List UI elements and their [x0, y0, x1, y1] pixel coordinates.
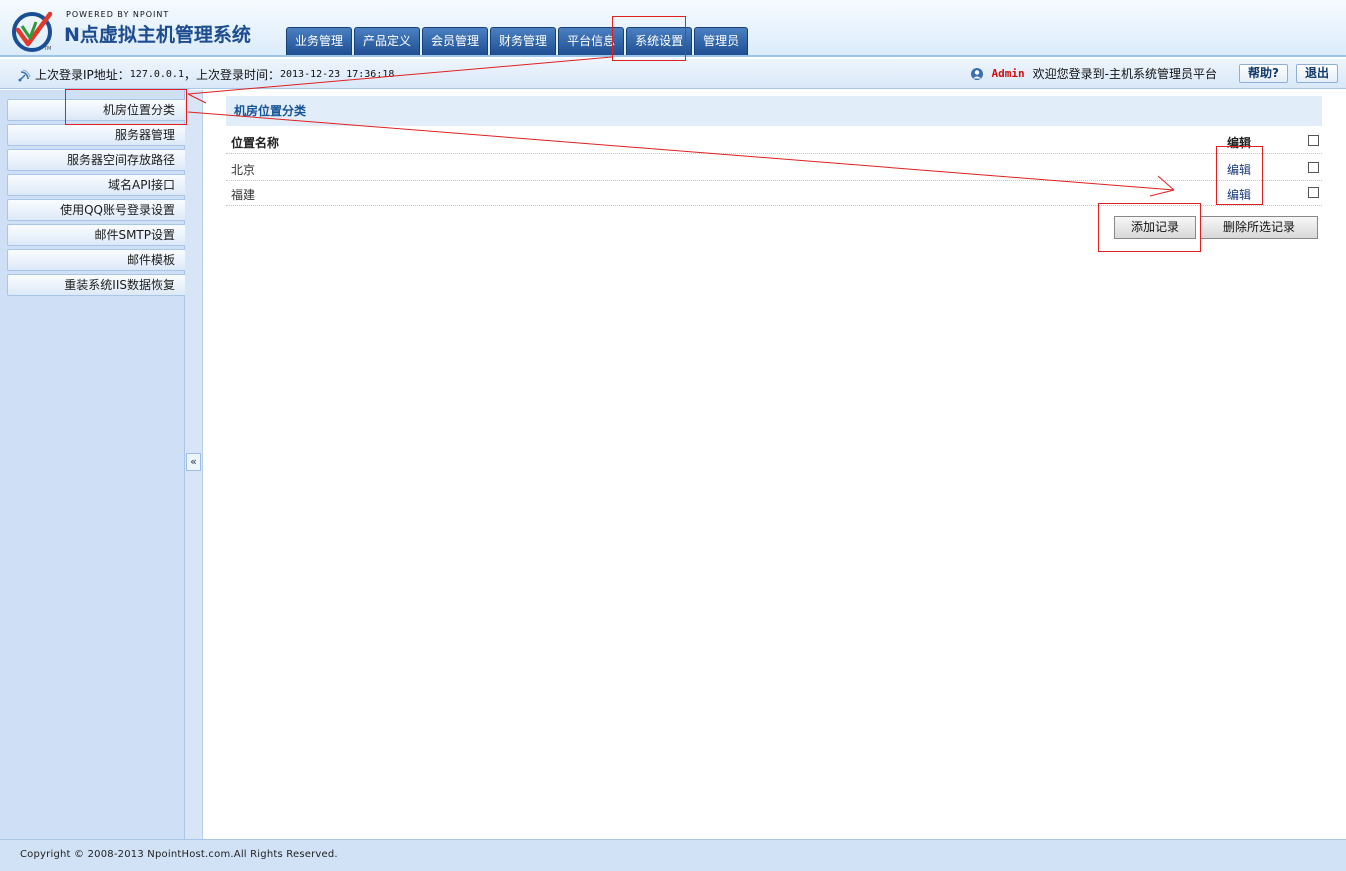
nav-tab-admin[interactable]: 管理员 — [694, 27, 749, 55]
ip-label: 上次登录IP地址： — [35, 68, 130, 82]
column-header-edit: 编辑 — [1227, 136, 1252, 150]
delete-selected-button[interactable]: 删除所选记录 — [1200, 216, 1318, 239]
logo-powered-by: POWERED BY NPOINT — [66, 10, 170, 19]
table-header-row: 位置名称 编辑 — [226, 128, 1322, 154]
section-title: 机房位置分类 — [226, 96, 1322, 126]
nav-tab-finance[interactable]: 财务管理 — [490, 27, 557, 55]
nav-tab-platform[interactable]: 平台信息 — [558, 27, 625, 55]
logo: POWERED BY NPOINT N点虚拟主机管理系统 N点虚拟主机管理系统 … — [10, 6, 260, 54]
row-checkbox[interactable] — [1308, 162, 1319, 173]
sidebar-item-qq-login[interactable]: 使用QQ账号登录设置 — [7, 199, 185, 221]
location-name: 北京 — [231, 163, 256, 177]
ip-value: 127.0.0.1 — [129, 69, 184, 80]
info-bar: 上次登录IP地址： 127.0.0.1 ，上次登录时间： 2013-12-23 … — [0, 59, 1346, 89]
edit-link[interactable]: 编辑 — [1227, 161, 1251, 178]
table-row: 北京 编辑 — [226, 155, 1322, 181]
copyright-text: Copyright © 2008-2013 NpointHost.com.All… — [20, 849, 338, 860]
logo-title-reflection: N点虚拟主机管理系统 — [64, 27, 251, 38]
sidebar-item-server-management[interactable]: 服务器管理 — [7, 124, 185, 146]
sidebar-item-smtp[interactable]: 邮件SMTP设置 — [7, 224, 185, 246]
sidebar-item-server-space-path[interactable]: 服务器空间存放路径 — [7, 149, 185, 171]
logout-button[interactable]: 退出 — [1295, 64, 1338, 83]
sidebar-item-datacenter-location[interactable]: 机房位置分类 — [7, 99, 185, 121]
nav-tab-products[interactable]: 产品定义 — [354, 27, 421, 55]
edit-link[interactable]: 编辑 — [1227, 186, 1251, 203]
footer: Copyright © 2008-2013 NpointHost.com.All… — [0, 839, 1346, 871]
select-all-checkbox[interactable] — [1308, 135, 1319, 146]
table-row: 福建 编辑 — [226, 180, 1322, 206]
main-nav: 业务管理 产品定义 会员管理 财务管理 平台信息 系统设置 管理员 — [286, 27, 749, 55]
sidebar-splitter: « — [185, 90, 203, 839]
column-header-name: 位置名称 — [231, 136, 280, 150]
help-button[interactable]: 帮助? — [1239, 64, 1288, 83]
nav-tab-system-settings[interactable]: 系统设置 — [626, 27, 693, 55]
sidebar-item-domain-api[interactable]: 域名API接口 — [7, 174, 185, 196]
main-content: 机房位置分类 位置名称 编辑 北京 编辑 福建 编辑 添加记录 删除所选记录 — [204, 90, 1346, 839]
time-value: 2013-12-23 17:36:18 — [279, 69, 395, 80]
time-label: ，上次登录时间： — [183, 68, 280, 82]
collapse-sidebar-button[interactable]: « — [186, 453, 201, 471]
satellite-icon — [18, 69, 31, 81]
sidebar-item-mail-template[interactable]: 邮件模板 — [7, 249, 185, 271]
logo-trademark: TM — [44, 46, 52, 52]
nav-tab-members[interactable]: 会员管理 — [422, 27, 489, 55]
admin-name: Admin — [991, 67, 1025, 80]
sidebar-item-iis-restore[interactable]: 重装系统IIS数据恢复 — [7, 274, 185, 296]
row-checkbox[interactable] — [1308, 187, 1319, 198]
add-record-button[interactable]: 添加记录 — [1114, 216, 1196, 239]
user-area: Admin 欢迎您登录到-主机系统管理员平台 帮助? 退出 — [970, 64, 1338, 83]
last-login-info: 上次登录IP地址： 127.0.0.1 ，上次登录时间： 2013-12-23 … — [18, 66, 394, 83]
header: POWERED BY NPOINT N点虚拟主机管理系统 N点虚拟主机管理系统 … — [0, 0, 1346, 57]
welcome-text: 欢迎您登录到-主机系统管理员平台 — [1032, 67, 1218, 81]
user-icon — [970, 67, 983, 80]
nav-tab-business[interactable]: 业务管理 — [286, 27, 353, 55]
sidebar: 机房位置分类 服务器管理 服务器空间存放路径 域名API接口 使用QQ账号登录设… — [0, 90, 185, 839]
location-name: 福建 — [231, 188, 256, 202]
